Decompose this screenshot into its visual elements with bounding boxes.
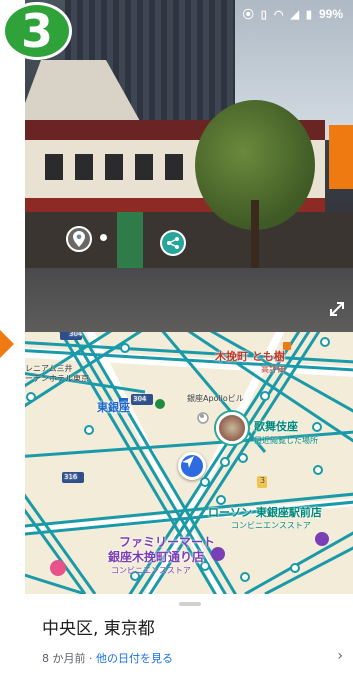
- place-title: 中央区, 東京都: [42, 619, 155, 639]
- pointer-arrow-icon: [0, 330, 14, 358]
- street: [25, 268, 353, 332]
- vibrate-icon: ▯: [260, 8, 267, 21]
- poi-kobikicho-tomoju-sub: 高評価: [261, 365, 285, 374]
- status-bar: ⦿ ▯ ◠ ◢ ▮ 99%: [25, 0, 353, 28]
- station-higashi-ginza[interactable]: 東銀座: [97, 399, 130, 415]
- poi-kobikicho-tomoju[interactable]: 木挽町 とも樹: [215, 348, 285, 364]
- navigation-arrow-icon: [182, 456, 194, 468]
- location-icon: ⦿: [242, 9, 254, 21]
- poi-apollo-building[interactable]: 銀座Apolloビル: [187, 393, 244, 404]
- expand-icon: [330, 302, 344, 316]
- orange-side-tab[interactable]: [329, 125, 353, 189]
- tree-trunk: [251, 200, 259, 270]
- kabukiza-thumbnail[interactable]: [216, 412, 248, 444]
- share-icon: [167, 237, 179, 249]
- bottom-sheet[interactable]: 中央区, 東京都 8 か月前 · 他の日付を見る ›: [25, 594, 353, 678]
- other-dates-link[interactable]: 他の日付を見る: [96, 652, 173, 665]
- poi-kabukiza[interactable]: 歌舞伎座: [254, 418, 298, 434]
- signal-icon: ◢: [290, 8, 299, 21]
- capture-date: 8 か月前 ·: [42, 652, 96, 665]
- pagination-dot: [100, 234, 107, 241]
- poi-hotel[interactable]: レニアム三井 ーデンホテル東京: [25, 364, 89, 384]
- wifi-icon: ◠: [273, 8, 284, 21]
- sheet-drag-handle[interactable]: [179, 602, 201, 606]
- poi-familymart-sub: コンビニエンスストア: [111, 566, 191, 575]
- battery-percent: 99%: [318, 7, 343, 21]
- route-shield-304-top: 304: [69, 332, 83, 338]
- poi-lawson[interactable]: ローソン 東銀座駅前店: [208, 504, 322, 520]
- chevron-right-icon[interactable]: ›: [337, 648, 343, 664]
- map-view[interactable]: 304 304 316 3 木挽町 とも樹 高評価 レニアム三井 ーデンホテル東…: [25, 332, 353, 594]
- route-shield-304: 304: [133, 395, 147, 403]
- expand-button[interactable]: [322, 294, 352, 324]
- step-number-badge: 3: [2, 2, 72, 60]
- share-button[interactable]: [160, 230, 186, 256]
- battery-icon: ▮: [305, 8, 312, 21]
- poi-kabukiza-sub: 最近閲覧した場所: [254, 436, 318, 445]
- poi-marker-3: 3: [260, 476, 266, 485]
- poi-lawson-sub: コンビニエンスストア: [231, 521, 311, 530]
- capture-date-row: 8 か月前 · 他の日付を見る: [42, 650, 173, 666]
- route-shield-316: 316: [64, 473, 78, 481]
- location-pin-button[interactable]: [66, 226, 92, 252]
- phone-screen: ⦿ ▯ ◠ ◢ ▮ 99% 304 304 316 3 木挽町 とも樹 高評価 …: [25, 0, 353, 678]
- location-pin-icon: [73, 231, 85, 247]
- step-number: 3: [20, 4, 53, 58]
- current-position-marker: [178, 452, 206, 480]
- poi-familymart-2[interactable]: 銀座木挽町通り店: [108, 548, 204, 565]
- street-view-photo[interactable]: ⦿ ▯ ◠ ◢ ▮ 99%: [25, 0, 353, 332]
- green-banner: [117, 212, 143, 268]
